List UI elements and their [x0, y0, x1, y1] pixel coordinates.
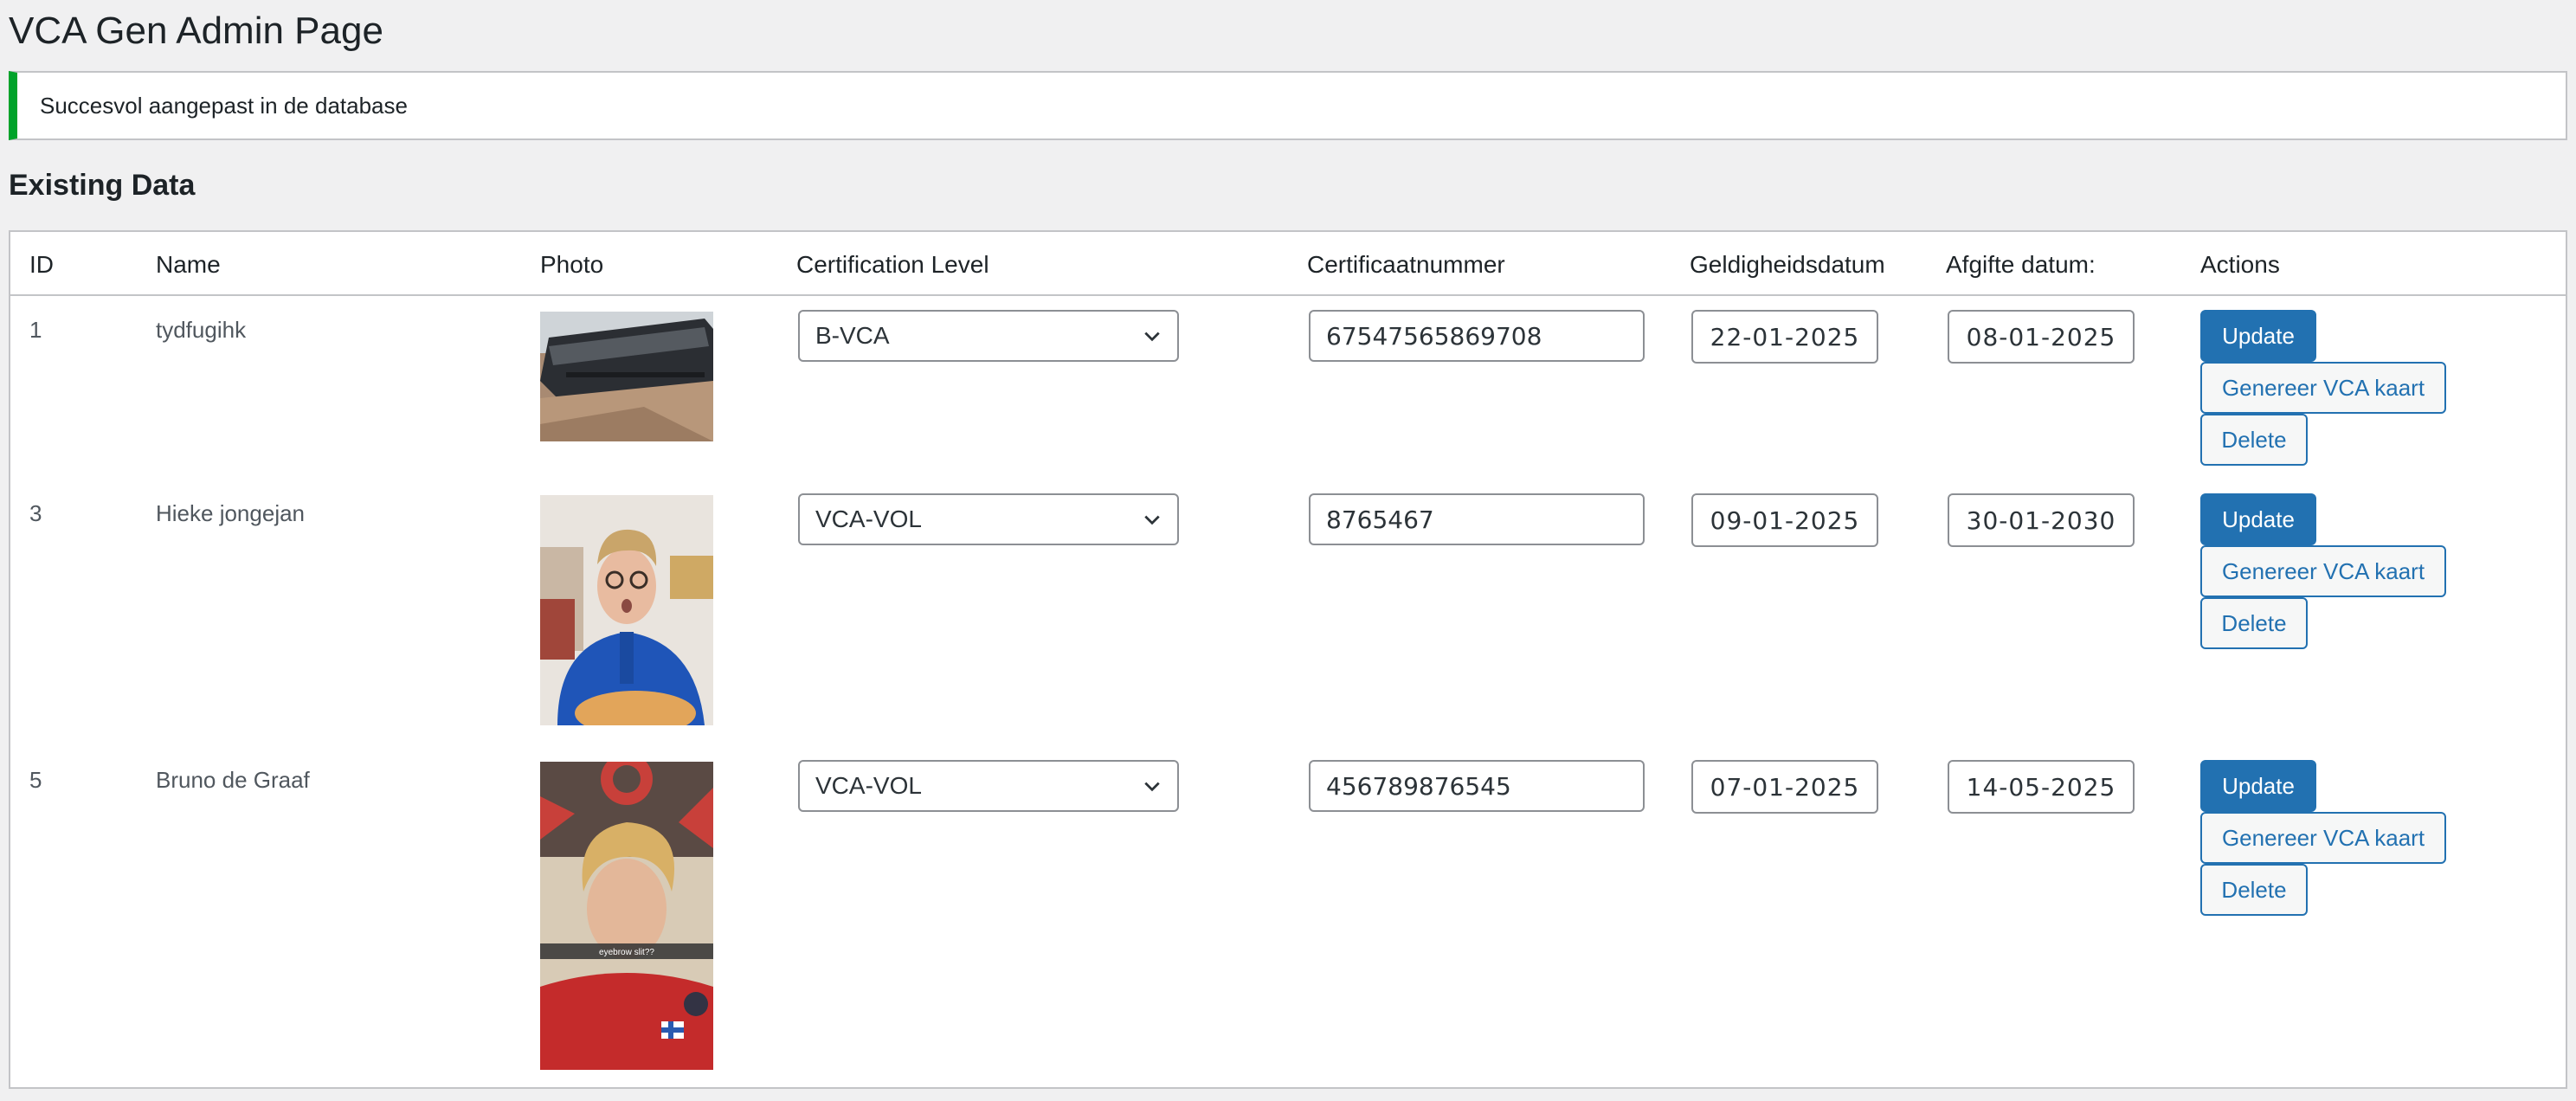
table-row: 1 tydfugihk B-VCA 67547565869708 22-01-2… — [10, 296, 2566, 478]
header-name: Name — [156, 251, 221, 278]
photo-thumbnail: eyebrow slit?? — [540, 762, 713, 1070]
generate-card-button[interactable]: Genereer VCA kaart — [2200, 545, 2446, 597]
afgifte-datum-input[interactable]: 30-01-2030 — [1948, 493, 2135, 547]
input-value: 30-01-2030 — [1966, 505, 2116, 535]
notice-text: Succesvol aangepast in de database — [40, 92, 408, 119]
row-id: 1 — [29, 317, 42, 343]
certification-level-select[interactable]: VCA-VOL — [798, 760, 1179, 812]
select-value: VCA-VOL — [815, 772, 922, 799]
delete-button[interactable]: Delete — [2200, 597, 2308, 649]
data-table: ID Name Photo Certification Level Certif… — [9, 230, 2567, 1089]
certificaatnummer-input[interactable]: 456789876545 — [1309, 760, 1645, 812]
select-value: B-VCA — [815, 322, 890, 349]
photo-image — [540, 495, 713, 725]
input-value: 456789876545 — [1326, 771, 1511, 801]
photo-thumbnail — [540, 495, 713, 725]
photo-image — [540, 312, 713, 441]
section-title: Existing Data — [9, 169, 196, 202]
table-row: 5 Bruno de Graaf eyebrow slit?? VCA-VOL … — [10, 746, 2566, 1084]
certification-level-select[interactable]: B-VCA — [798, 310, 1179, 362]
header-photo: Photo — [540, 251, 604, 278]
generate-card-button[interactable]: Genereer VCA kaart — [2200, 812, 2446, 864]
certification-level-select[interactable]: VCA-VOL — [798, 493, 1179, 545]
page-title: VCA Gen Admin Page — [9, 10, 383, 52]
header-certification-level: Certification Level — [796, 251, 989, 278]
input-value: 14-05-2025 — [1966, 772, 2116, 802]
success-notice: Succesvol aangepast in de database — [9, 71, 2567, 140]
photo-thumbnail — [540, 312, 713, 441]
row-name: Bruno de Graaf — [156, 767, 310, 793]
certificaatnummer-input[interactable]: 8765467 — [1309, 493, 1645, 545]
afgifte-datum-input[interactable]: 14-05-2025 — [1948, 760, 2135, 814]
input-value: 8765467 — [1326, 505, 1434, 534]
header-certificaatnummer: Certificaatnummer — [1307, 251, 1505, 278]
geldigheidsdatum-input[interactable]: 07-01-2025 — [1691, 760, 1878, 814]
geldigheidsdatum-input[interactable]: 22-01-2025 — [1691, 310, 1878, 364]
row-id: 3 — [29, 500, 42, 526]
update-button[interactable]: Update — [2200, 310, 2316, 362]
row-id: 5 — [29, 767, 42, 793]
table-header: ID Name Photo Certification Level Certif… — [10, 232, 2566, 296]
delete-button[interactable]: Delete — [2200, 864, 2308, 916]
header-afgifte-datum: Afgifte datum: — [1946, 251, 2096, 278]
header-geldigheidsdatum: Geldigheidsdatum — [1690, 251, 1885, 278]
photo-caption: eyebrow slit?? — [599, 948, 654, 957]
row-name: tydfugihk — [156, 317, 247, 343]
input-value: 09-01-2025 — [1710, 505, 1860, 535]
afgifte-datum-input[interactable]: 08-01-2025 — [1948, 310, 2135, 364]
input-value: 07-01-2025 — [1710, 772, 1860, 802]
geldigheidsdatum-input[interactable]: 09-01-2025 — [1691, 493, 1878, 547]
input-value: 22-01-2025 — [1710, 322, 1860, 351]
chevron-down-icon — [1144, 515, 1160, 525]
certificaatnummer-input[interactable]: 67547565869708 — [1309, 310, 1645, 362]
header-id: ID — [29, 251, 54, 278]
input-value: 67547565869708 — [1326, 321, 1542, 351]
delete-button[interactable]: Delete — [2200, 414, 2308, 466]
select-value: VCA-VOL — [815, 505, 922, 532]
update-button[interactable]: Update — [2200, 760, 2316, 812]
header-actions: Actions — [2200, 251, 2280, 278]
row-name: Hieke jongejan — [156, 500, 306, 526]
update-button[interactable]: Update — [2200, 493, 2316, 545]
input-value: 08-01-2025 — [1966, 322, 2116, 351]
table-row: 3 Hieke jongejan VCA-VOL 8765467 09-01-2… — [10, 480, 2566, 744]
chevron-down-icon — [1144, 782, 1160, 792]
photo-image: eyebrow slit?? — [540, 762, 713, 1070]
generate-card-button[interactable]: Genereer VCA kaart — [2200, 362, 2446, 414]
chevron-down-icon — [1144, 332, 1160, 342]
